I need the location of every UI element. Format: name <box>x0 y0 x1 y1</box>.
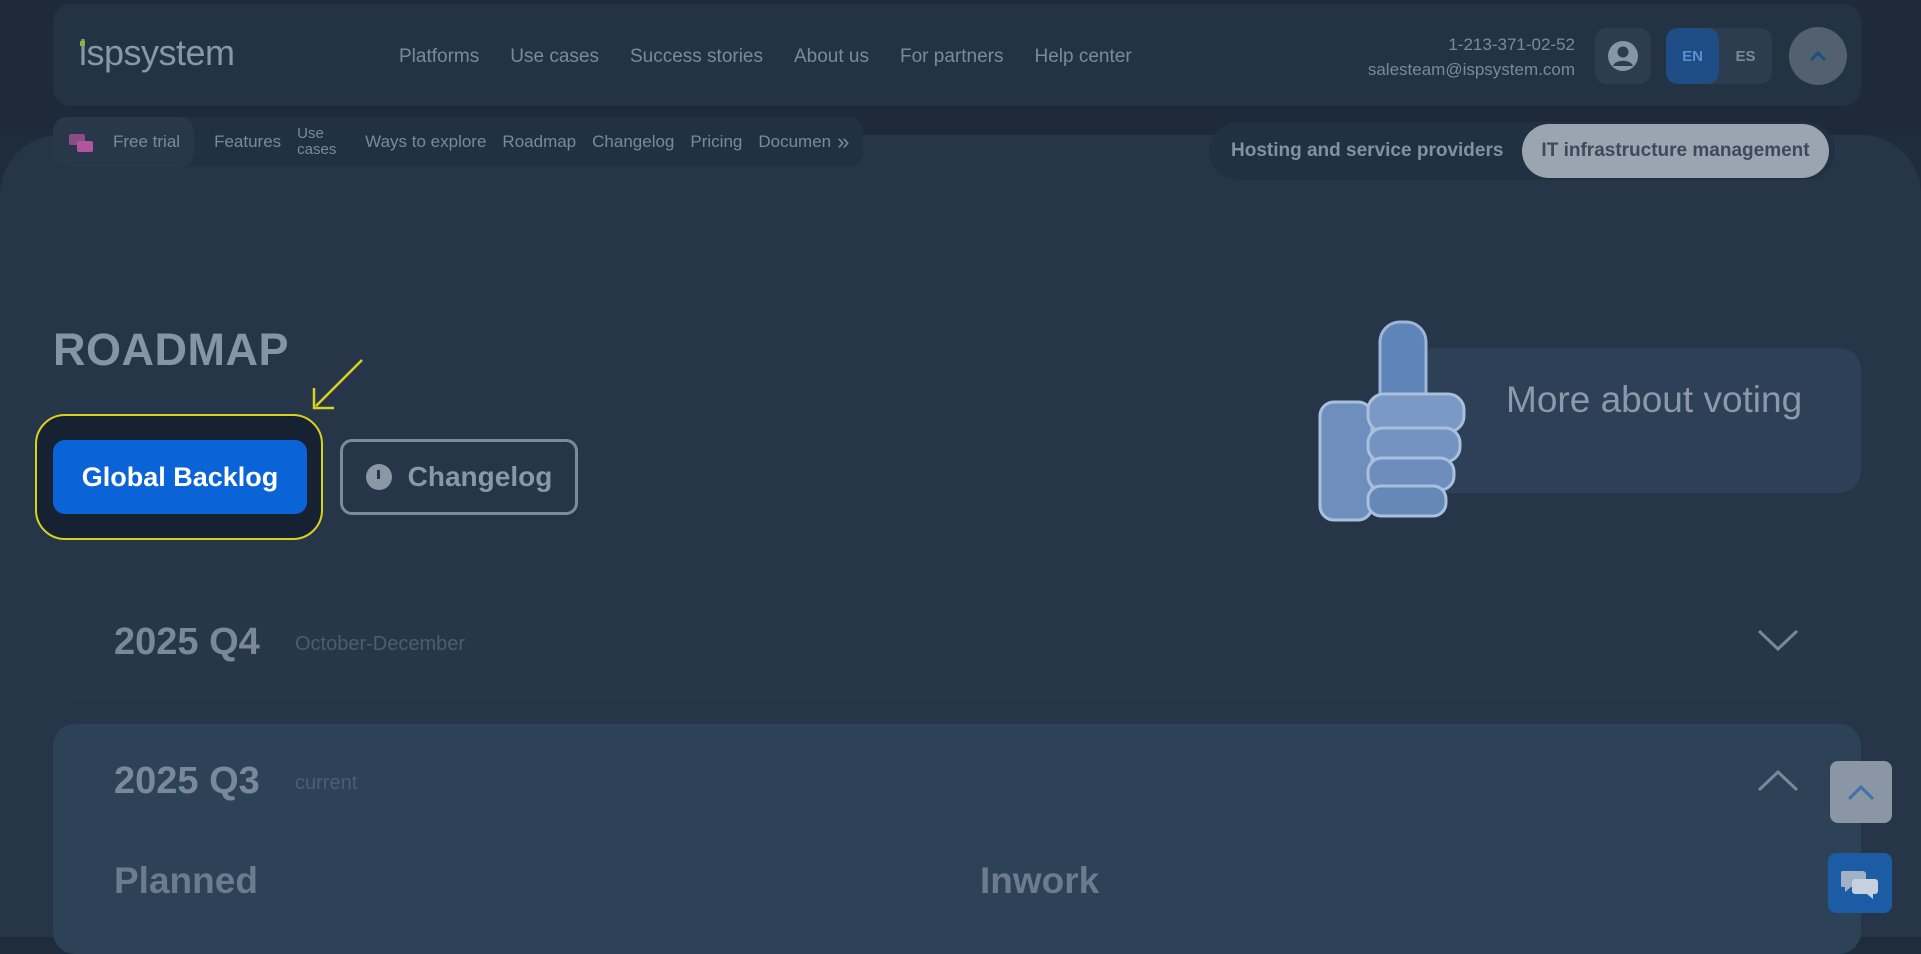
nav-success-stories[interactable]: Success stories <box>630 46 763 68</box>
quarter-subtitle: current <box>295 772 358 794</box>
subnav-documentation[interactable]: Documen <box>758 132 831 152</box>
segment-it-infrastructure[interactable]: IT infrastructure management <box>1522 124 1829 178</box>
chevron-up-icon <box>1847 784 1875 801</box>
trial-icon <box>67 132 93 152</box>
voting-text: More about voting <box>1506 379 1803 420</box>
logo[interactable]: ispsystem <box>79 32 235 74</box>
chevron-down-icon[interactable] <box>1756 627 1800 653</box>
nav-use-cases[interactable]: Use cases <box>510 46 599 68</box>
double-chevron-right-icon[interactable]: » <box>837 129 849 155</box>
nav-platforms[interactable]: Platforms <box>399 46 479 68</box>
logo-text: ispsystem <box>79 32 235 73</box>
quarter-q4[interactable]: 2025 Q4 October-December <box>53 585 1861 698</box>
subnav-changelog[interactable]: Changelog <box>592 132 674 152</box>
changelog-button-label: Changelog <box>407 461 553 492</box>
global-backlog-button[interactable]: Global Backlog <box>53 440 307 514</box>
quarter-subtitle: October-December <box>295 633 466 655</box>
product-subnav: Free trial Features Use cases Ways to ex… <box>53 117 864 167</box>
column-planned: Planned <box>114 860 258 901</box>
quarter-title: 2025 Q3 <box>114 760 260 802</box>
collapse-header-button[interactable] <box>1789 27 1847 85</box>
language-switch: EN ES <box>1666 28 1772 84</box>
scroll-top-button[interactable] <box>1830 761 1892 823</box>
lang-es[interactable]: ES <box>1719 28 1772 84</box>
subnav-pricing[interactable]: Pricing <box>690 132 742 152</box>
free-trial-label: Free trial <box>113 132 181 151</box>
free-trial-link[interactable]: Free trial <box>53 117 195 167</box>
column-inwork: Inwork <box>980 860 1100 901</box>
segment-hosting-providers[interactable]: Hosting and service providers <box>1231 140 1503 162</box>
account-button[interactable] <box>1595 28 1651 84</box>
quarter-q3: 2025 Q3 current Planned Inwork <box>53 724 1861 954</box>
thumbs-up-icon <box>1318 320 1466 522</box>
audience-segment-control: Hosting and service providers IT infrast… <box>1209 122 1835 180</box>
nav-about-us[interactable]: About us <box>794 46 869 68</box>
lang-en[interactable]: EN <box>1666 28 1719 84</box>
changelog-button[interactable]: Changelog <box>340 439 578 515</box>
chat-button[interactable] <box>1828 853 1892 913</box>
subnav-use-cases[interactable]: Use cases <box>297 126 349 158</box>
email-link[interactable]: salesteam@ispsystem.com <box>1368 57 1575 82</box>
contact-info: 1-213-371-02-52 salesteam@ispsystem.com <box>1368 32 1575 82</box>
quarter-title: 2025 Q4 <box>114 621 260 663</box>
nav-for-partners[interactable]: For partners <box>900 46 1003 68</box>
site-header: ispsystem Platforms Use cases Success st… <box>53 4 1861 106</box>
main-nav: Platforms Use cases Success stories Abou… <box>399 46 1163 68</box>
clock-icon <box>365 464 392 490</box>
chat-icon <box>1841 871 1878 899</box>
nav-help-center[interactable]: Help center <box>1034 46 1131 68</box>
subnav-ways-to-explore[interactable]: Ways to explore <box>365 132 486 152</box>
page-title: ROADMAP <box>53 324 289 375</box>
chevron-up-icon <box>1809 50 1827 62</box>
subnav-roadmap[interactable]: Roadmap <box>502 132 576 152</box>
user-icon <box>1608 41 1638 71</box>
chevron-up-icon[interactable] <box>1756 768 1800 794</box>
phone-link[interactable]: 1-213-371-02-52 <box>1368 32 1575 57</box>
logo-dot <box>80 41 85 46</box>
subnav-features[interactable]: Features <box>214 132 281 152</box>
pointer-arrow-icon <box>312 359 363 410</box>
